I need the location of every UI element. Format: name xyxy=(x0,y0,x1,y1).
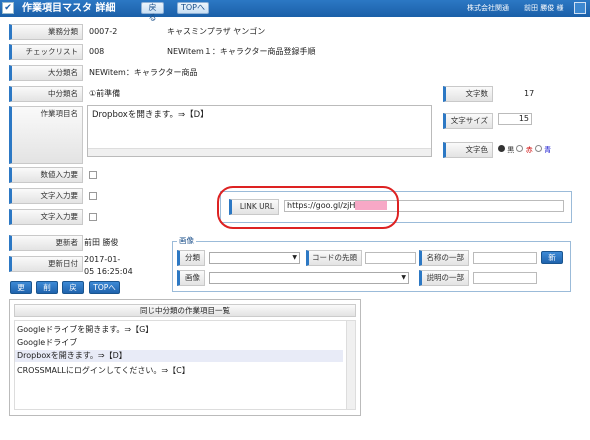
chu-value: ①前準備 xyxy=(89,89,121,98)
code-label: コードの先頭 xyxy=(306,250,362,266)
gyomu-code: 0007-2 xyxy=(89,27,118,36)
back-button[interactable]: 戻る xyxy=(62,281,84,303)
desc-part-label: 説明の一部 xyxy=(419,270,469,286)
highlight-ellipse xyxy=(217,186,399,229)
dai-value: NEWitem：キャラクター商品 xyxy=(89,68,198,77)
text-required-label-2: 文字入力要 xyxy=(9,209,83,225)
bunrui-label: 分類 xyxy=(177,250,205,266)
updater-label: 更新者 xyxy=(9,235,83,251)
update-button[interactable]: 更新 xyxy=(10,281,32,303)
item-value: Dropboxを開きます。⇒【D】 xyxy=(92,110,209,120)
code-input[interactable] xyxy=(365,252,416,264)
list-item-selected[interactable]: Dropboxを開きます。⇒【D】 xyxy=(15,350,343,362)
text-required-label: 文字入力要 xyxy=(9,188,83,204)
checklist-label: チェックリスト xyxy=(9,44,83,60)
bunrui-select[interactable]: ▼ xyxy=(209,252,300,264)
close-icon[interactable] xyxy=(574,2,586,14)
fontsize-label: 文字サイズ xyxy=(443,113,493,129)
gyomu-name: キャスミンプラザ ヤンゴン xyxy=(167,27,266,36)
item-textarea[interactable]: Dropboxを開きます。⇒【D】 xyxy=(87,105,432,157)
name-part-label: 名称の一部 xyxy=(419,250,469,266)
radio-blue[interactable] xyxy=(534,145,542,152)
list-item[interactable]: Googleドライブ xyxy=(17,337,343,349)
list-scrollbar[interactable] xyxy=(346,321,355,409)
new-image-button[interactable]: 新規 xyxy=(541,251,563,273)
updated-date: 2017-01- xyxy=(84,255,121,264)
charcount-value: 17 xyxy=(524,89,535,98)
image-section-title: 画像 xyxy=(177,235,196,246)
image-label: 画像 xyxy=(177,270,205,286)
company-name: 株式会社関通 xyxy=(467,4,509,12)
radio-black[interactable] xyxy=(498,145,505,152)
header-top-button[interactable]: TOPへ xyxy=(177,2,209,14)
checklist-code: 008 xyxy=(89,47,105,56)
charcount-label: 文字数 xyxy=(443,86,493,102)
text-required-checkbox-2[interactable] xyxy=(89,213,97,221)
radio-black-label: 黒 xyxy=(507,146,515,154)
list-item[interactable]: Googleドライブを開きます。⇒【G】 xyxy=(17,324,343,336)
list-box[interactable]: Googleドライブを開きます。⇒【G】 Googleドライブ Dropboxを… xyxy=(14,320,356,410)
updated-label: 更新日付 xyxy=(9,256,83,272)
same-category-list-panel: 同じ中分類の作業項目一覧 Googleドライブを開きます。⇒【G】 Google… xyxy=(9,299,361,416)
num-required-label: 数値入力要 xyxy=(9,167,83,183)
item-label: 作業項目名 xyxy=(9,106,83,164)
dai-label: 大分類名 xyxy=(9,65,83,81)
radio-blue-label: 青 xyxy=(544,146,552,154)
radio-red[interactable] xyxy=(516,145,524,152)
gyomu-label: 業務分類 xyxy=(9,24,83,40)
updater-value: 前田 勝俊 xyxy=(84,238,119,247)
app-logo-icon: ✔ xyxy=(2,2,14,14)
top-bar: ✔ 作業項目マスタ 詳細 戻る TOPへ 株式会社関通 前田 勝俊 様 xyxy=(0,0,590,22)
image-select[interactable]: ▼ xyxy=(209,272,409,284)
header-back-button[interactable]: 戻る xyxy=(141,2,164,22)
text-required-checkbox[interactable] xyxy=(89,192,97,200)
user-name: 前田 勝俊 様 xyxy=(524,4,564,12)
desc-part-input[interactable] xyxy=(473,272,537,284)
list-title: 同じ中分類の作業項目一覧 xyxy=(14,304,356,317)
list-item[interactable]: CROSSMALLにログインしてください。⇒【C】 xyxy=(17,365,343,377)
name-part-input[interactable] xyxy=(473,252,537,264)
chu-label: 中分類名 xyxy=(9,86,83,102)
color-label: 文字色 xyxy=(443,142,493,158)
color-radio-group: 黒 赤 青 xyxy=(498,145,551,155)
top-button[interactable]: TOPへ xyxy=(89,281,120,294)
page-title: 作業項目マスタ 詳細 xyxy=(22,3,116,14)
textarea-scrollbar[interactable] xyxy=(88,148,431,156)
image-section xyxy=(172,241,571,292)
num-required-checkbox[interactable] xyxy=(89,171,97,179)
radio-red-label: 赤 xyxy=(525,146,533,154)
fontsize-input[interactable]: 15 xyxy=(498,113,532,125)
checklist-name: NEWitem１：キャラクター商品登録手順 xyxy=(167,47,316,56)
updated-time: 05 16:25:04 xyxy=(84,267,133,276)
delete-button[interactable]: 削除 xyxy=(36,281,58,303)
